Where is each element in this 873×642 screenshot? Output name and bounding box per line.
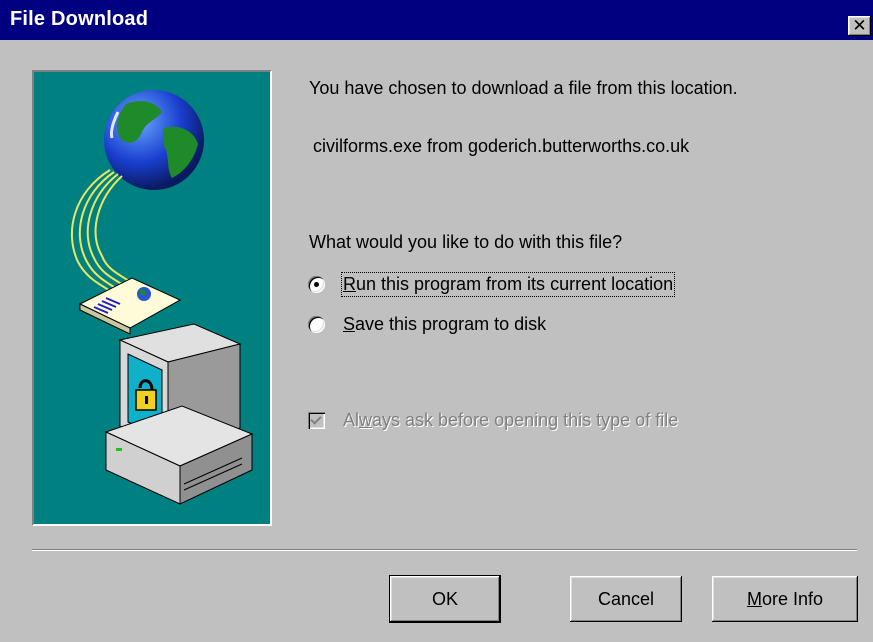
more-info-button[interactable]: More Info [712, 576, 858, 622]
divider [32, 549, 857, 551]
download-message: You have chosen to download a file from … [309, 78, 738, 98]
save-option[interactable]: Save this program to disk [308, 312, 546, 336]
run-option[interactable]: Run this program from its current locati… [308, 271, 676, 297]
file-source: civilforms.exe from goderich.butterworth… [313, 136, 690, 156]
save-label[interactable]: Save this program to disk [343, 314, 546, 335]
close-button[interactable]: ✕ [848, 16, 871, 36]
close-icon: ✕ [852, 16, 867, 35]
cancel-button[interactable]: Cancel [570, 576, 682, 622]
save-radio[interactable] [308, 315, 325, 333]
download-illustration [32, 70, 272, 526]
action-question: What would you like to do with this file… [309, 232, 623, 252]
always-ask-option: Always ask before opening this type of f… [308, 410, 678, 431]
run-radio[interactable] [308, 275, 325, 293]
title-bar[interactable]: File Download ✕ [0, 0, 873, 40]
always-ask-label: Always ask before opening this type of f… [343, 410, 679, 430]
globe-computer-icon [70, 90, 254, 505]
file-download-dialog: File Download ✕ You have chosen to downl… [0, 0, 873, 642]
ok-button[interactable]: OK [390, 576, 500, 622]
always-ask-checkbox [308, 412, 325, 429]
run-label[interactable]: Run this program from its current locati… [340, 271, 676, 297]
dialog-title: File Download [10, 8, 149, 30]
